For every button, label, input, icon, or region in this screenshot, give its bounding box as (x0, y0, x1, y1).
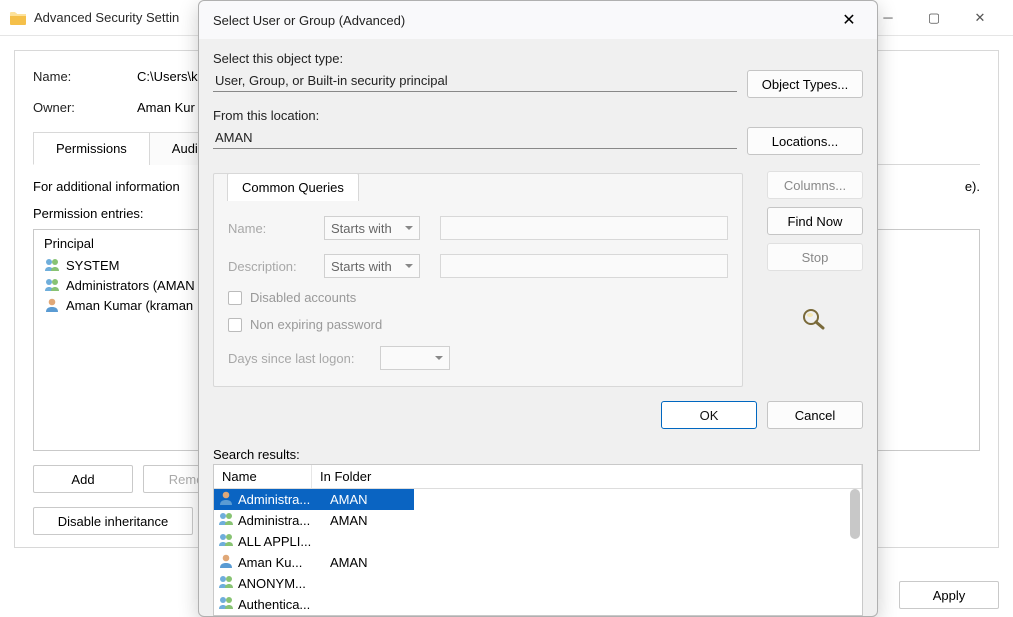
dialog-titlebar: Select User or Group (Advanced) ✕ (199, 1, 877, 39)
entry-label: SYSTEM (66, 258, 119, 273)
owner-label: Owner: (33, 100, 137, 115)
search-icon (799, 307, 831, 331)
scrollbar-thumb[interactable] (850, 489, 860, 539)
non-expiring-checkbox[interactable] (228, 318, 242, 332)
object-type-input[interactable] (213, 70, 737, 92)
from-location-label: From this location: (213, 108, 863, 123)
common-queries-frame: Common Queries Name: Starts with Descrip… (213, 173, 743, 387)
q-name-combo[interactable]: Starts with (324, 216, 420, 240)
q-desc-input[interactable] (440, 254, 728, 278)
close-button[interactable]: ✕ (957, 2, 1003, 34)
days-combo[interactable] (380, 346, 450, 370)
trail-text: e). (965, 179, 980, 206)
result-name: Administra... (238, 492, 326, 507)
apply-button[interactable]: Apply (899, 581, 999, 609)
q-name-input[interactable] (440, 216, 728, 240)
find-now-button[interactable]: Find Now (767, 207, 863, 235)
q-desc-combo[interactable]: Starts with (324, 254, 420, 278)
location-input[interactable] (213, 127, 737, 149)
result-name: ALL APPLI... (238, 534, 326, 549)
name-value: C:\Users\k (137, 69, 198, 84)
locations-button[interactable]: Locations... (747, 127, 863, 155)
result-folder: AMAN (330, 513, 368, 528)
object-type-label: Select this object type: (213, 51, 863, 66)
add-button[interactable]: Add (33, 465, 133, 493)
user-icon (218, 490, 234, 509)
q-name-label: Name: (228, 221, 312, 236)
group-icon (218, 574, 234, 593)
entry-label: Aman Kumar (kraman (66, 298, 193, 313)
object-types-button[interactable]: Object Types... (747, 70, 863, 98)
results-label: Search results: (213, 447, 863, 462)
user-icon (218, 553, 234, 572)
result-folder: AMAN (330, 555, 368, 570)
maximize-button[interactable]: ▢ (911, 2, 957, 34)
results-list[interactable]: Name In Folder Administra...AMANAdminist… (213, 464, 863, 616)
result-folder: AMAN (330, 492, 368, 507)
name-label: Name: (33, 69, 137, 84)
select-user-dialog: Select User or Group (Advanced) ✕ Select… (198, 0, 878, 617)
result-row[interactable]: ANONYM... (214, 573, 414, 594)
result-name: Aman Ku... (238, 555, 326, 570)
common-queries-tab[interactable]: Common Queries (227, 173, 359, 201)
disabled-accounts-checkbox[interactable] (228, 291, 242, 305)
owner-value: Aman Kur (137, 100, 195, 115)
result-row[interactable]: ALL APPLI... (214, 531, 414, 552)
cancel-button[interactable]: Cancel (767, 401, 863, 429)
tab-permissions[interactable]: Permissions (33, 132, 150, 165)
ok-button[interactable]: OK (661, 401, 757, 429)
result-row[interactable]: Aman Ku... AMAN (214, 552, 414, 573)
non-expiring-label: Non expiring password (250, 317, 382, 332)
q-desc-label: Description: (228, 259, 312, 274)
group-icon (218, 511, 234, 530)
disable-inheritance-button[interactable]: Disable inheritance (33, 507, 193, 535)
info-text: For additional information (33, 179, 180, 194)
result-name: Administra... (238, 513, 326, 528)
result-row[interactable]: Authentica... (214, 594, 414, 615)
result-name: Authentica... (238, 597, 326, 612)
result-row[interactable]: Administra... AMAN (214, 489, 414, 510)
result-name: ANONYM... (238, 576, 326, 591)
group-icon (218, 595, 234, 614)
disabled-accounts-label: Disabled accounts (250, 290, 356, 305)
days-since-label: Days since last logon: (228, 351, 368, 366)
columns-button[interactable]: Columns... (767, 171, 863, 199)
col-name[interactable]: Name (214, 465, 312, 488)
user-icon (44, 297, 60, 313)
folder-icon (10, 11, 26, 25)
close-icon[interactable]: ✕ (835, 6, 863, 34)
col-folder[interactable]: In Folder (312, 465, 862, 488)
dialog-title: Select User or Group (Advanced) (213, 13, 835, 28)
group-icon (44, 257, 60, 273)
results-header: Name In Folder (214, 465, 862, 489)
group-icon (44, 277, 60, 293)
group-icon (218, 532, 234, 551)
entry-label: Administrators (AMAN (66, 278, 195, 293)
stop-button[interactable]: Stop (767, 243, 863, 271)
result-row[interactable]: Administra... AMAN (214, 510, 414, 531)
